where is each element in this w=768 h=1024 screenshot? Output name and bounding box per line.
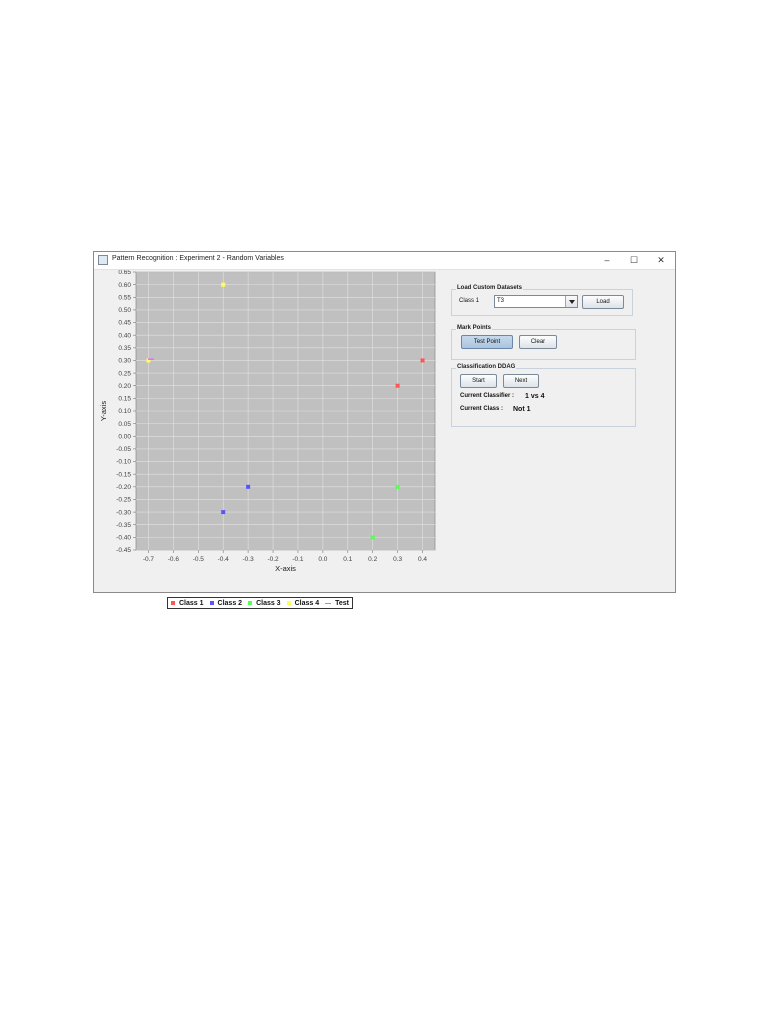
legend-item: Class 4 [286, 599, 320, 607]
data-point-class-1 [395, 383, 400, 388]
x-tick-label: 0.3 [393, 556, 402, 563]
x-tick-label: 0.2 [368, 556, 377, 563]
clear-button[interactable]: Clear [519, 335, 557, 349]
x-axis-label: X-axis [275, 564, 296, 573]
x-tick-label: -0.2 [267, 556, 279, 563]
y-axis-label: Y-axis [99, 401, 108, 421]
x-tick-label: 0.1 [343, 556, 352, 563]
y-tick-label: -0.35 [116, 522, 131, 529]
minimize-button[interactable]: – [596, 253, 618, 267]
y-tick-label: -0.30 [116, 509, 131, 516]
start-button[interactable]: Start [460, 374, 497, 388]
x-tick-label: -0.3 [243, 556, 255, 563]
y-tick-label: 0.05 [118, 421, 131, 428]
data-point-class-4 [221, 282, 226, 287]
maximize-button[interactable]: ☐ [623, 253, 645, 267]
dataset-select[interactable]: T3 [494, 295, 578, 308]
dataset-select-value: T3 [497, 298, 505, 304]
class-label: Class 1 [459, 298, 480, 304]
scatter-chart[interactable]: -0.7 -0.6 -0.5 -0.4 -0.3 -0.2 -0.1 0.0 0.1 0.2 0.3… [94, 270, 444, 609]
test-point-toggle[interactable]: Test Point [461, 335, 513, 349]
y-tick-label: -0.45 [116, 547, 131, 554]
legend-swatch [209, 601, 214, 605]
y-tick-label: 0.50 [118, 307, 131, 314]
title-bar: Pattern Recognition : Experiment 2 - Ran… [94, 252, 675, 270]
mark-points-group: Mark Points Test Point Clear [451, 325, 636, 360]
y-tick-label: -0.05 [116, 446, 131, 453]
next-button[interactable]: Next [503, 374, 539, 388]
classification-ddag-title: Classification DDAG [456, 364, 517, 370]
x-tick-label: -0.4 [218, 556, 230, 563]
legend-label: Test [335, 599, 349, 607]
x-tick-label: 0.0 [318, 556, 327, 563]
y-tick-label: -0.10 [116, 459, 131, 466]
y-tick-label: 0.15 [118, 396, 131, 403]
legend-item: Test [325, 600, 349, 607]
chart-legend: Class 1 Class 2 Class 3 Class 4 Test [167, 597, 353, 609]
y-tick-label: 0.30 [118, 358, 131, 365]
y-tick-label: -0.20 [116, 484, 131, 491]
x-tick-label: -0.7 [143, 556, 155, 563]
x-tick-label: -0.1 [292, 556, 304, 563]
y-tick-label: 0.45 [118, 320, 131, 327]
x-tick-label: 0.4 [418, 556, 427, 563]
y-tick-label: 0.25 [118, 370, 131, 377]
y-tick-label: 0.40 [118, 332, 131, 339]
y-tick-label: 0.20 [118, 383, 131, 390]
legend-swatch [286, 601, 291, 605]
y-tick-label: 0.55 [118, 294, 131, 301]
x-tick-label: -0.5 [193, 556, 205, 563]
y-tick-label: 0.00 [118, 433, 131, 440]
data-point-class-3 [370, 535, 375, 540]
y-tick-label: 0.35 [118, 345, 131, 352]
current-class-label: Current Class : [460, 406, 504, 412]
window-title: Pattern Recognition : Experiment 2 - Ran… [112, 255, 284, 262]
close-button[interactable]: ✕ [650, 253, 672, 267]
load-datasets-group: Load Custom Datasets Class 1 T3 Load [451, 285, 633, 316]
legend-swatch [325, 602, 332, 604]
data-point-class-1 [420, 358, 425, 363]
y-tick-label: -0.15 [116, 471, 131, 478]
legend-item: Class 2 [209, 599, 243, 607]
legend-label: Class 1 [179, 599, 204, 607]
current-class-value: Not 1 [513, 406, 531, 413]
app-window: Pattern Recognition : Experiment 2 - Ran… [93, 251, 676, 609]
legend-item: Class 3 [248, 600, 281, 607]
data-point-class-2 [246, 484, 251, 489]
legend-label: Class 3 [256, 599, 281, 607]
load-datasets-title: Load Custom Datasets [456, 285, 524, 291]
classification-ddag-group: Classification DDAG Start Next Current C… [451, 364, 636, 427]
legend-label: Class 2 [217, 599, 243, 607]
scatter-plot-svg[interactable]: -0.7 -0.6 -0.5 -0.4 -0.3 -0.2 -0.1 0.0 0.1 0.2 0.3… [94, 270, 444, 592]
current-classifier-value: 1 vs 4 [525, 393, 545, 400]
data-point-class-3 [395, 484, 400, 489]
y-tick-label: 0.65 [118, 270, 131, 276]
legend-swatch [171, 601, 175, 605]
mark-points-title: Mark Points [456, 325, 493, 331]
legend-item: Class 1 [171, 600, 204, 607]
x-tick-label: -0.6 [168, 556, 180, 563]
data-point-class-2 [221, 510, 226, 515]
current-classifier-label: Current Classifier : [460, 393, 515, 399]
y-tick-label: -0.40 [116, 535, 131, 542]
y-tick-label: 0.10 [118, 408, 131, 415]
chevron-down-icon[interactable] [565, 296, 577, 307]
java-app-icon [98, 255, 108, 265]
y-tick-label: -0.25 [116, 497, 131, 504]
legend-label: Class 4 [294, 599, 320, 607]
load-button[interactable]: Load [582, 295, 624, 309]
legend-swatch [248, 601, 253, 605]
y-tick-label: 0.60 [118, 282, 131, 289]
